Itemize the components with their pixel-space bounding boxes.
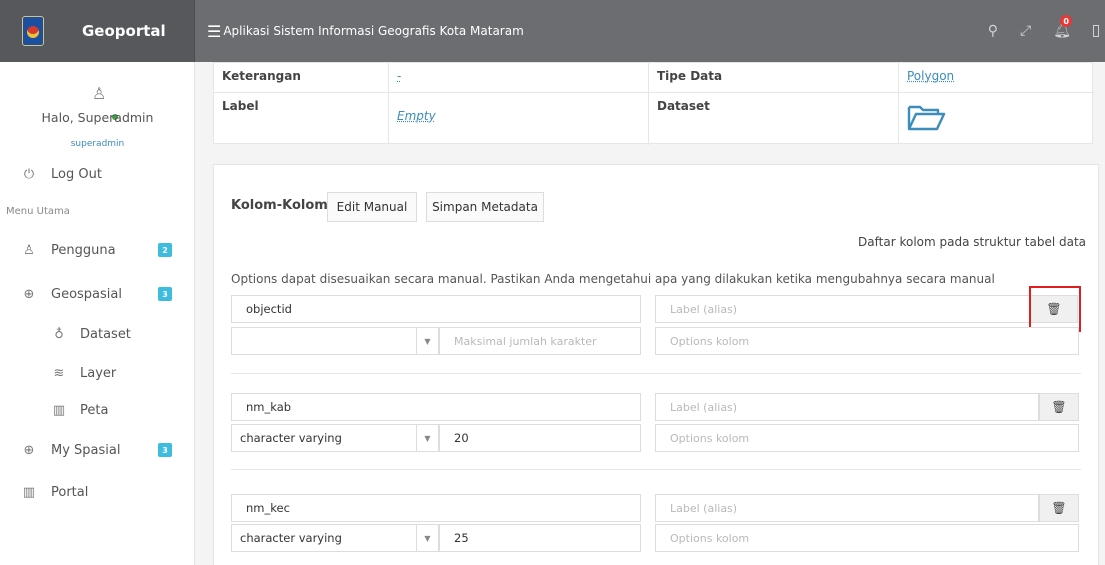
sidebar-item-label: Portal [51,484,89,500]
sidebar-item-label: Log Out [51,166,102,182]
folder-open-icon[interactable] [907,103,947,133]
trash-icon: 🗑︎ [1051,400,1067,414]
column-type-select[interactable]: character varying ▼ [231,424,439,452]
bulb-icon: ♁ [54,326,64,342]
main-content: Keterangan - Tipe Data Polygon Label Emp… [195,62,1105,565]
column-type-select[interactable]: character varying ▼ [231,524,439,552]
options-field[interactable]: Options kolom [655,524,1079,552]
brand[interactable]: Geoportal [0,0,195,62]
sidebar-item-layer[interactable]: ≋ Layer [0,359,195,387]
count-badge: 3 [158,443,172,457]
label-value[interactable]: Empty [397,109,436,123]
map-icon: ▥ [52,402,66,418]
max-length-field[interactable]: 25 [439,524,641,552]
layers-icon: ≋ [53,365,65,381]
count-badge: 3 [158,287,172,301]
top-bar: Geoportal ☰ Aplikasi Sistem Informasi Ge… [0,0,1105,62]
globe-icon: ⊕ [23,442,35,458]
column-name-field[interactable]: nm_kec [231,494,641,522]
brand-title: Geoportal [82,22,166,40]
delete-column-button[interactable]: 🗑︎ [1039,494,1079,522]
column-type-value: character varying [240,531,342,545]
tipe-data-value[interactable]: Polygon [907,69,954,83]
options-field[interactable]: Options kolom [655,327,1079,355]
sidebar-item-label: Pengguna [51,242,116,258]
globe-icon: ⊕ [23,286,35,302]
column-type-select[interactable]: ▼ [231,327,439,355]
tipe-data-cell: Polygon [899,63,1094,92]
column-name-field[interactable]: nm_kab [231,393,641,421]
label-label: Label [214,93,389,145]
navbar: ☰ Aplikasi Sistem Informasi Geografis Ko… [195,0,1105,62]
search-icon[interactable]: ⚲ [988,23,998,39]
city-logo [22,16,44,46]
fullscreen-icon[interactable]: ⤢ [1020,23,1031,39]
user-icon: ♙ [92,84,107,103]
columns-hint: Daftar kolom pada struktur tabel data [858,235,1086,249]
sidebar: ♙ Halo, Superadmin superadmin ⏻ Log Out … [0,62,195,565]
delete-column-button[interactable]: 🗑︎ [1039,393,1079,421]
options-description: Options dapat disesuaikan secara manual.… [231,272,995,286]
trash-icon: 🗑︎ [1051,501,1067,515]
dataset-cell [899,93,1094,145]
column-name-field[interactable]: objectid [231,295,641,323]
sidebar-item-logout[interactable]: ⏻ Log Out [0,160,195,188]
max-length-field[interactable]: 20 [439,424,641,452]
row-divider [231,373,1081,374]
navbar-icons: ⚲ ⤢ 🔔︎ 0 [988,0,1105,62]
sidebar-item-label: Peta [80,402,109,418]
tipe-data-label: Tipe Data [649,63,899,92]
options-field[interactable]: Options kolom [655,424,1079,452]
table-row: Label Empty Dataset [214,93,1094,145]
columns-panel: Kolom-Kolom Edit Manual Simpan Metadata … [213,164,1099,565]
sidebar-item-my-spasial[interactable]: ⊕ My Spasial 3 [0,436,195,464]
label-alias-field[interactable]: Label (alias) [655,494,1039,522]
count-badge: 2 [158,243,172,257]
label-alias-field[interactable]: Label (alias) [655,393,1039,421]
panel-toggle-icon[interactable] [1093,25,1099,37]
keterangan-cell: - [389,63,649,92]
chevron-down-icon: ▼ [416,525,438,551]
users-icon: ♙ [23,242,35,258]
notification-badge: 0 [1060,15,1073,27]
username: superadmin [70,139,125,149]
simpan-metadata-button[interactable]: Simpan Metadata [426,192,544,222]
chevron-down-icon: ▼ [416,328,438,354]
table-row: Keterangan - Tipe Data Polygon [214,63,1094,93]
bell-icon[interactable]: 🔔︎ 0 [1053,15,1073,39]
chevron-down-icon: ▼ [416,425,438,451]
label-alias-field[interactable]: Label (alias) [655,295,1030,323]
label-cell: Empty [389,93,649,145]
power-icon: ⏻ [23,166,35,182]
hamburger-menu-icon[interactable]: ☰ [207,22,221,41]
map-icon: ▥ [22,484,36,500]
columns-heading: Kolom-Kolom [231,198,328,213]
sidebar-item-peta[interactable]: ▥ Peta [0,396,195,424]
row-divider [231,469,1081,470]
keterangan-value[interactable]: - [397,69,401,83]
user-greeting: Halo, Superadmin [41,110,154,125]
sidebar-item-geospasial[interactable]: ⊕ Geospasial 3 [0,280,195,308]
sidebar-item-label: Layer [80,365,117,381]
sidebar-item-label: My Spasial [51,442,121,458]
sidebar-item-dataset[interactable]: ♁ Dataset [0,320,195,348]
sidebar-item-portal[interactable]: ▥ Portal [0,478,195,506]
metadata-table: Keterangan - Tipe Data Polygon Label Emp… [213,62,1094,145]
sidebar-item-label: Geospasial [51,286,122,302]
max-length-field[interactable]: Maksimal jumlah karakter [439,327,641,355]
column-type-value: character varying [240,431,342,445]
keterangan-label: Keterangan [214,63,389,92]
app-title: Aplikasi Sistem Informasi Geografis Kota… [223,24,524,38]
dataset-label: Dataset [649,93,899,145]
highlight-box [1029,286,1081,332]
sidebar-item-label: Dataset [80,326,131,342]
edit-manual-button[interactable]: Edit Manual [327,192,417,222]
sidebar-item-pengguna[interactable]: ♙ Pengguna 2 [0,236,195,264]
menu-header: Menu Utama [6,206,70,217]
